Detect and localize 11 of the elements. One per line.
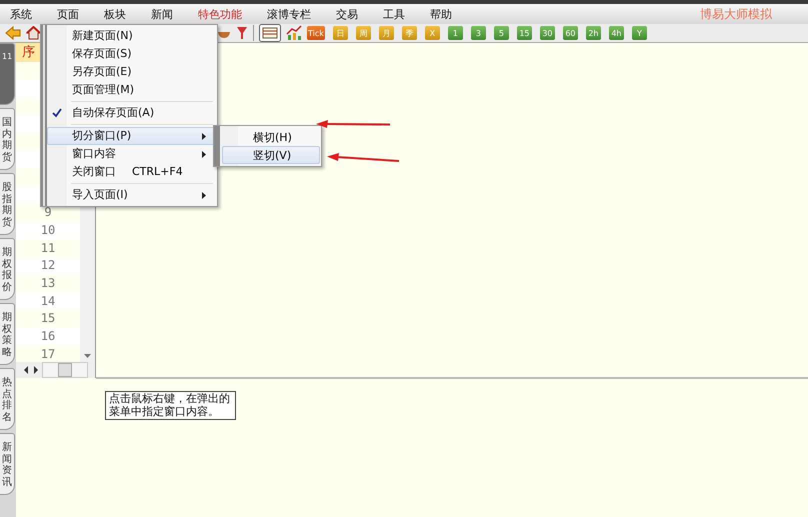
- row-number: 9: [44, 205, 52, 220]
- row-number: 16: [40, 329, 56, 344]
- row-number: 14: [40, 294, 56, 308]
- app-title: 博易大师模拟: [700, 6, 772, 22]
- row-number: 13: [40, 276, 56, 290]
- hint-tooltip: 点击鼠标右键，在弹出的菜单中指定窗口内容。: [105, 391, 236, 420]
- row-number: 11: [40, 240, 56, 255]
- row-number: 17: [40, 346, 56, 361]
- row-number: 10: [40, 223, 56, 238]
- row-number: 12: [40, 258, 56, 272]
- row-number: 15: [40, 311, 56, 326]
